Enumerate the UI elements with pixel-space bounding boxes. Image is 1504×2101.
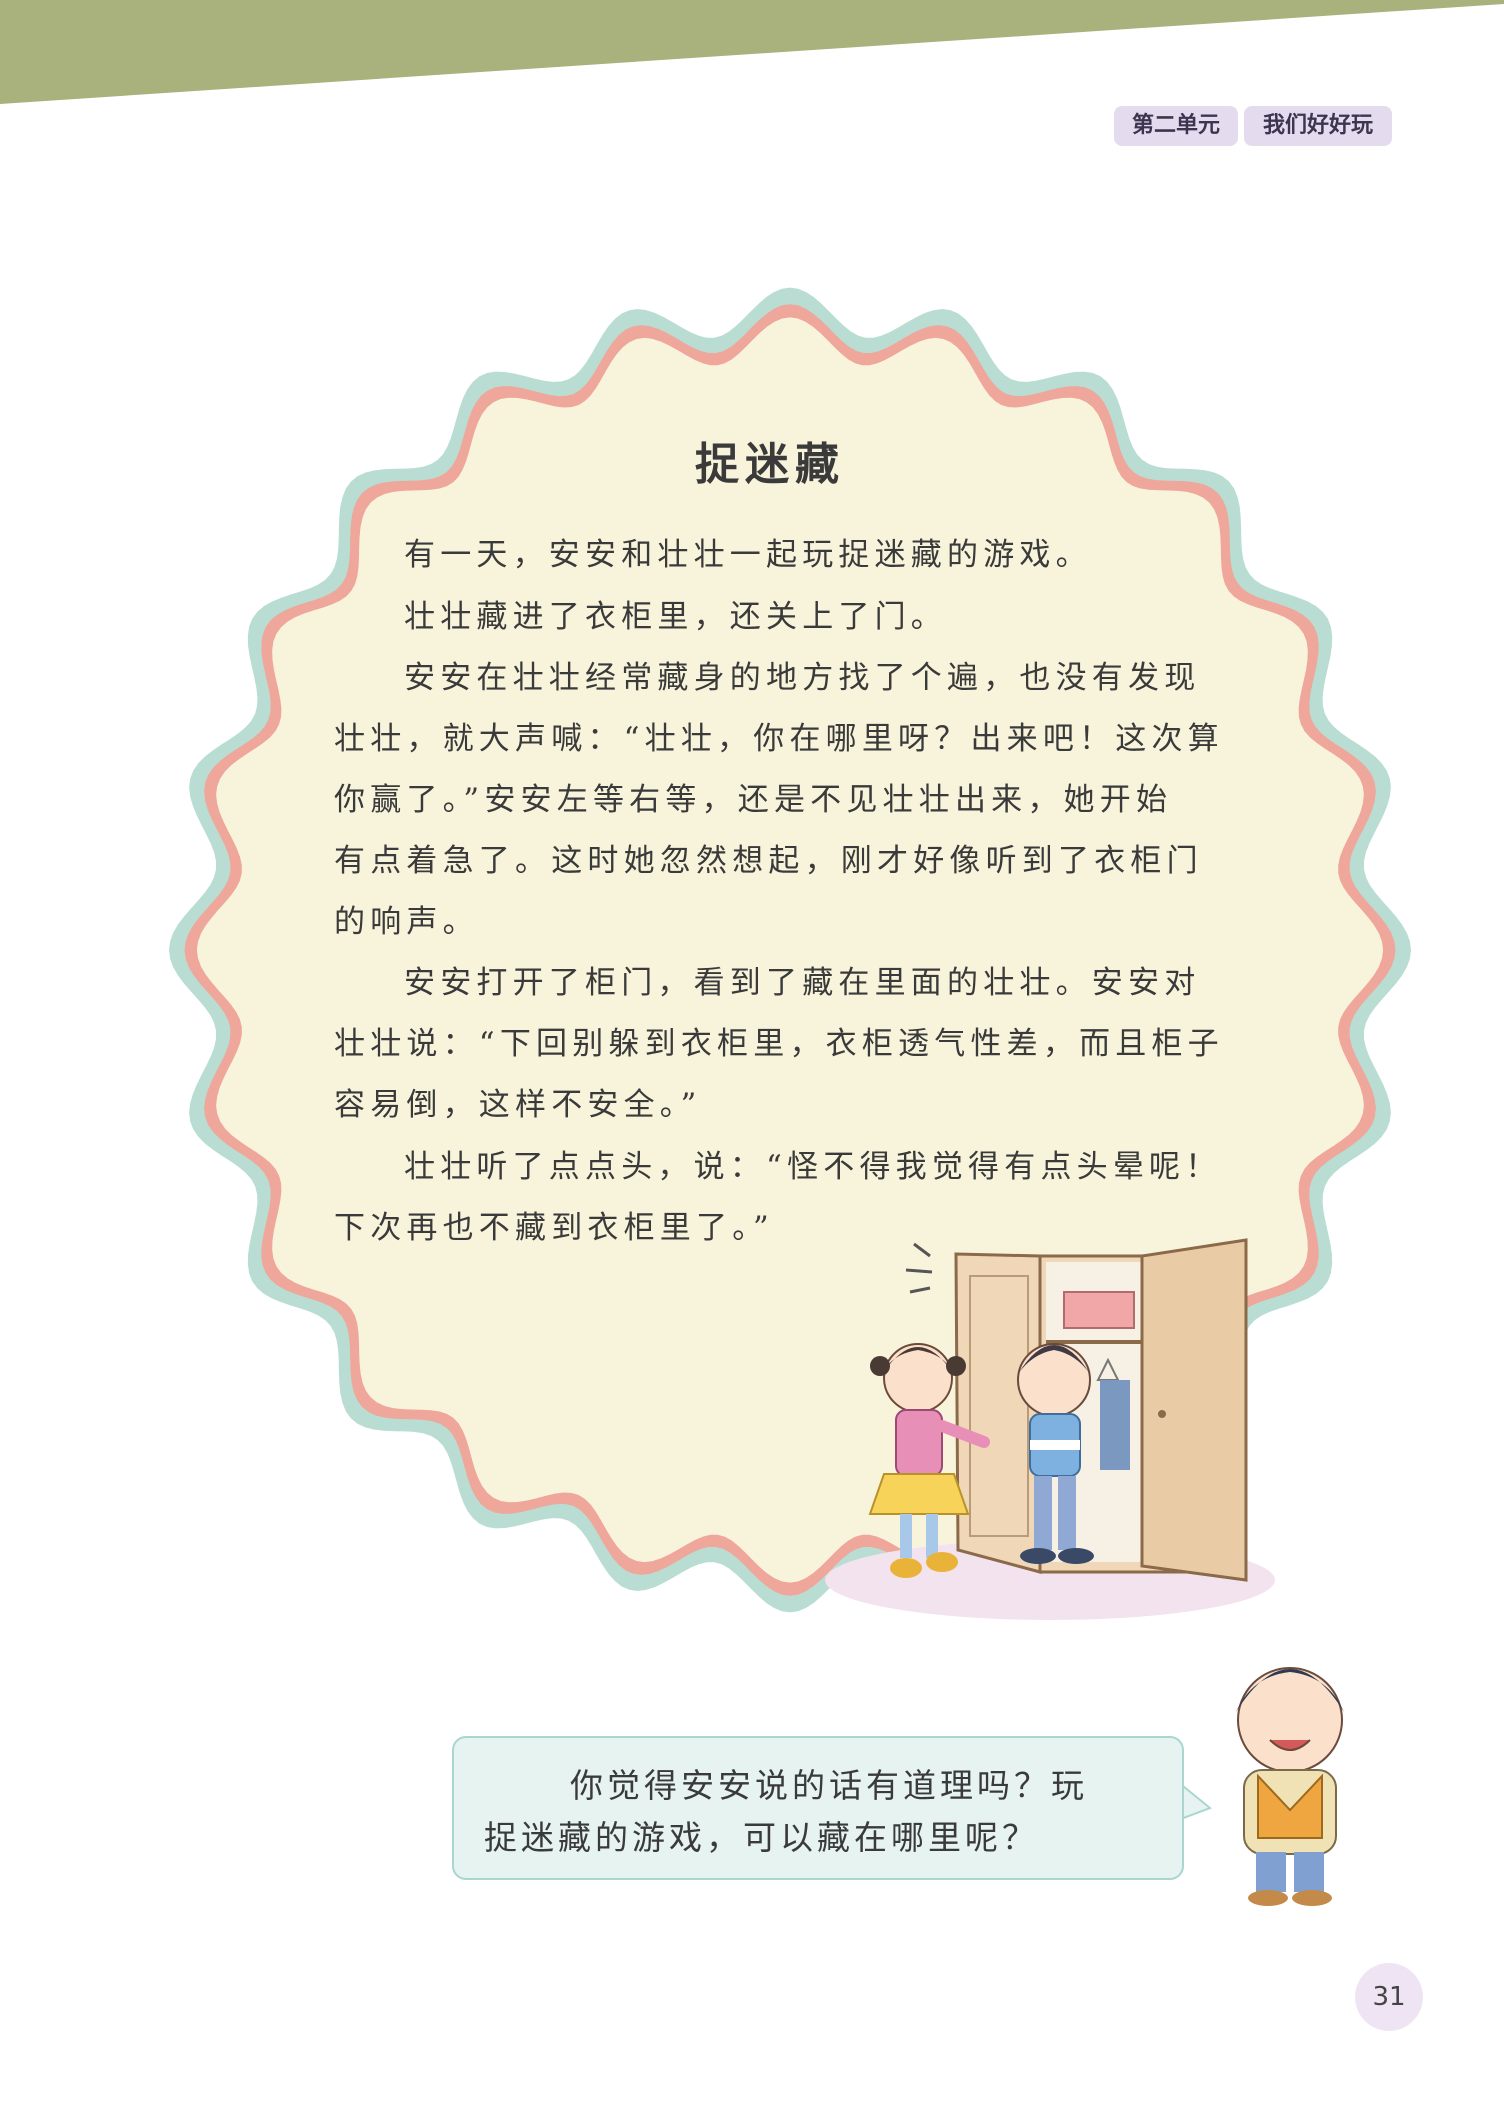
question-line-1: 你觉得安安说的话有道理吗？玩 [570, 1766, 1088, 1805]
boy-character [1236, 1667, 1344, 1906]
page-number: 31 [1372, 1982, 1406, 2012]
wardrobe [954, 1238, 1248, 1582]
question-line-2: 捉迷藏的游戏，可以藏在哪里呢？ [484, 1818, 1039, 1857]
sound-marks-icon [905, 1242, 933, 1294]
question-speech-box: 你觉得安安说的话有道理吗？玩 捉迷藏的游戏，可以藏在哪里呢？ [452, 1736, 1184, 1880]
